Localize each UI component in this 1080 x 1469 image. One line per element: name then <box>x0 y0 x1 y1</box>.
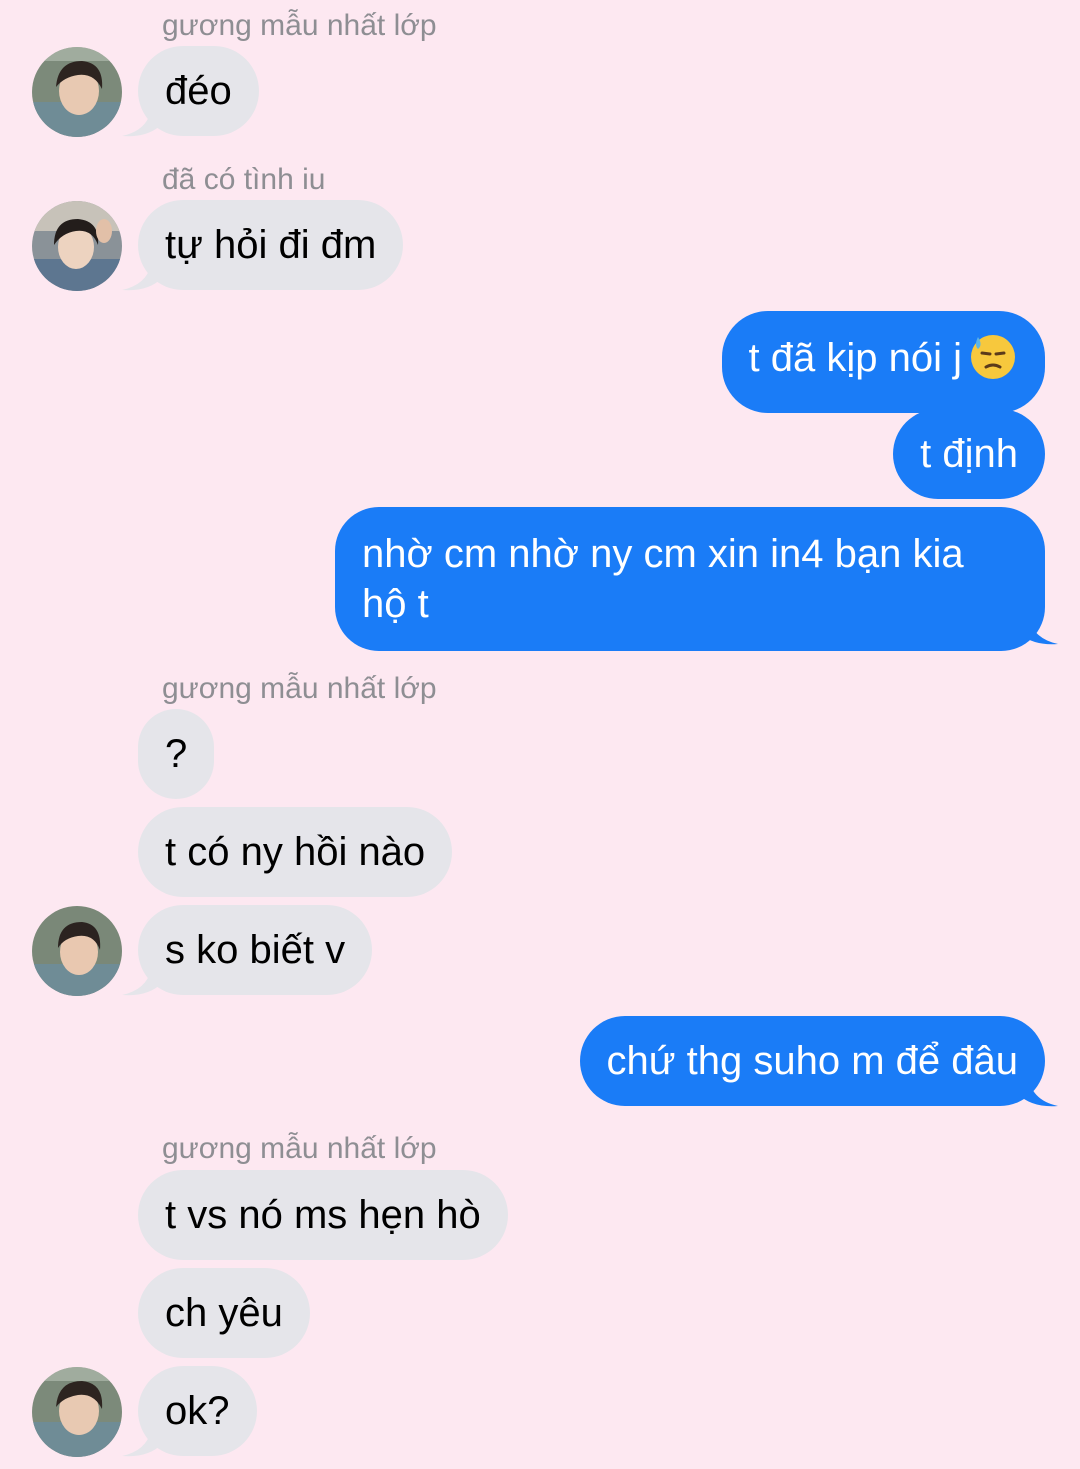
bubble-tail <box>122 963 162 996</box>
bubble-tail <box>1018 612 1058 645</box>
incoming-message-bubble[interactable]: s ko biết v <box>138 905 373 995</box>
incoming-message-bubble[interactable]: tự hỏi đi đm <box>138 200 404 290</box>
bubble-tail <box>1018 1074 1058 1107</box>
incoming-message-bubble[interactable]: t có ny hồi nào <box>138 807 453 897</box>
message-text: đéo <box>165 69 232 113</box>
message-text: tự hỏi đi đm <box>165 223 377 267</box>
avatar[interactable] <box>32 906 122 996</box>
outgoing-message-bubble[interactable]: t đã kịp nói j <box>721 311 1045 413</box>
avatar-photo-icon <box>32 906 122 996</box>
bubble-tail <box>122 1424 162 1457</box>
message-text: s ko biết v <box>165 928 346 972</box>
bubble-tail <box>122 258 162 291</box>
message-text: nhờ cm nhờ ny cm xin in4 bạn kia hộ t <box>362 532 964 626</box>
avatar[interactable] <box>32 201 122 291</box>
avatar[interactable] <box>32 47 122 137</box>
message-text: ok? <box>165 1389 230 1433</box>
incoming-message-bubble[interactable]: t vs nó ms hẹn hò <box>138 1170 508 1260</box>
avatar-photo-icon <box>32 1367 122 1457</box>
message-text: ch yêu <box>165 1291 283 1335</box>
message-text: t định <box>920 432 1018 476</box>
sender-name: gương mẫu nhất lớp <box>162 1132 437 1165</box>
chat-thread: gương mẫu nhất lớp đéo đã có tình iu tự … <box>0 0 1080 1469</box>
avatar-photo-icon <box>32 47 122 137</box>
message-text: t vs nó ms hẹn hò <box>165 1193 481 1237</box>
downcast-face-with-sweat-icon <box>968 331 1018 393</box>
sender-name: đã có tình iu <box>162 163 326 196</box>
incoming-message-bubble[interactable]: ? <box>138 709 215 799</box>
avatar[interactable] <box>32 1367 122 1457</box>
message-text: t có ny hồi nào <box>165 830 426 874</box>
outgoing-message-bubble[interactable]: chứ thg suho m để đâu <box>579 1016 1045 1106</box>
avatar-photo-icon <box>32 201 122 291</box>
outgoing-message-bubble[interactable]: nhờ cm nhờ ny cm xin in4 bạn kia hộ t <box>335 507 1045 651</box>
message-text: ? <box>165 732 188 776</box>
sender-name: gương mẫu nhất lớp <box>162 9 437 42</box>
outgoing-message-bubble[interactable]: t định <box>893 409 1045 499</box>
sender-name: gương mẫu nhất lớp <box>162 672 437 705</box>
message-text: t đã kịp nói j <box>748 336 962 380</box>
message-text: chứ thg suho m để đâu <box>606 1039 1018 1083</box>
incoming-message-bubble[interactable]: ch yêu <box>138 1268 310 1358</box>
bubble-tail <box>122 104 162 137</box>
